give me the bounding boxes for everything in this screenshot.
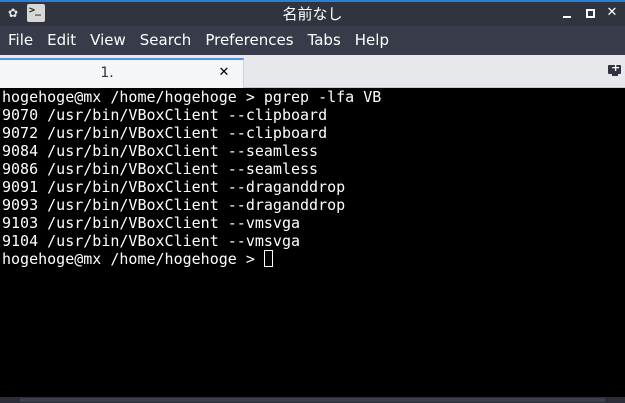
terminal-line: 9091 /usr/bin/VBoxClient --draganddrop — [2, 178, 346, 196]
menu-tabs[interactable]: Tabs — [301, 26, 348, 55]
maximize-icon — [585, 8, 595, 18]
terminal-line: 9103 /usr/bin/VBoxClient --vmsvga — [2, 214, 301, 232]
horizontal-scrollbar[interactable] — [0, 397, 625, 403]
menu-file[interactable]: File — [1, 26, 40, 55]
scrollbar-thumb[interactable] — [20, 398, 605, 402]
terminal-line: 9070 /usr/bin/VBoxClient --clipboard — [2, 106, 328, 124]
terminal-line: 9086 /usr/bin/VBoxClient --seamless — [2, 160, 319, 178]
menu-preferences[interactable]: Preferences — [198, 26, 300, 55]
new-tab-icon-stand — [612, 74, 618, 76]
menu-edit[interactable]: Edit — [40, 26, 83, 55]
maximize-button[interactable] — [582, 5, 598, 21]
menu-bar: File Edit View Search Preferences Tabs H… — [0, 26, 625, 55]
terminal-prompt: hogehoge@mx /home/hogehoge > — [2, 250, 264, 268]
terminal-cursor — [263, 250, 273, 267]
tab-close-icon[interactable]: ✕ — [217, 66, 231, 80]
tab-label: 1. — [100, 65, 114, 81]
terminal-line: hogehoge@mx /home/hogehoge > pgrep -lfa … — [2, 88, 382, 106]
terminal-output[interactable]: hogehoge@mx /home/hogehoge > pgrep -lfa … — [0, 88, 625, 397]
menu-view[interactable]: View — [83, 26, 133, 55]
minimize-button[interactable] — [559, 5, 575, 21]
title-bar[interactable]: ✿ >_ 名前なし ✕ — [0, 0, 625, 26]
tab-1[interactable]: 1. ✕ — [0, 58, 244, 88]
terminal-line: 9072 /usr/bin/VBoxClient --clipboard — [2, 124, 328, 142]
terminal-line: 9093 /usr/bin/VBoxClient --draganddrop — [2, 196, 346, 214]
new-tab-button[interactable]: + — [607, 61, 623, 78]
terminal-line: 9104 /usr/bin/VBoxClient --vmsvga — [2, 232, 301, 250]
tab-bar: 1. ✕ + — [0, 55, 625, 88]
close-icon: ✕ — [606, 5, 618, 20]
minimize-icon — [563, 15, 571, 18]
terminal-prompt-line[interactable]: hogehoge@mx /home/hogehoge > — [2, 250, 625, 268]
terminal-window: ✿ >_ 名前なし ✕ File Edit View Search Prefer… — [0, 0, 625, 403]
window-title: 名前なし — [282, 5, 343, 23]
terminal-line: 9084 /usr/bin/VBoxClient --seamless — [2, 142, 319, 160]
menu-search[interactable]: Search — [133, 26, 199, 55]
new-tab-plus: + — [611, 61, 621, 74]
menu-help[interactable]: Help — [348, 26, 396, 55]
close-button[interactable]: ✕ — [604, 5, 620, 21]
